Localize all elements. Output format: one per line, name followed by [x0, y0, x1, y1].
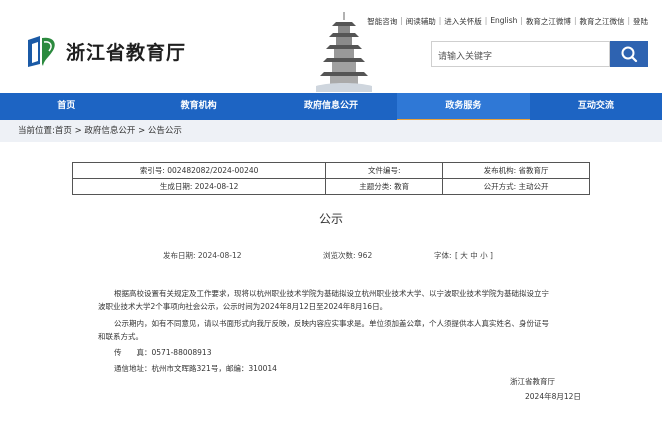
- link-weibo[interactable]: 教育之江微博: [526, 16, 571, 27]
- site-header: 浙江省教育厅 智能咨询 | 阅读辅助 | 进入关怀版 | English | 教育之江微…: [0, 0, 662, 93]
- para2-line2: 和联系方式。: [98, 332, 143, 341]
- link-wechat[interactable]: 教育之江微信: [579, 16, 624, 27]
- nav-services[interactable]: 政务服务: [397, 93, 531, 122]
- nav-home[interactable]: 首页: [0, 93, 132, 120]
- fax-line: 传 真：0571-88008913: [114, 348, 212, 357]
- nav-institutions[interactable]: 教育机构: [132, 93, 264, 120]
- link-reading-aid[interactable]: 阅读辅助: [406, 16, 436, 27]
- pagoda-image: [316, 12, 372, 92]
- view-count: 浏览次数: 962: [323, 251, 373, 260]
- article-title: 公示: [318, 212, 343, 226]
- signer: 浙江省教育厅: [510, 377, 555, 386]
- font-size-switch[interactable]: [ 大 中 小 ]: [455, 250, 493, 261]
- link-smart-consult[interactable]: 智能咨询: [367, 16, 397, 27]
- publish-date: 发布日期: 2024-08-12: [163, 251, 242, 260]
- main-nav: 首页 教育机构 政府信息公开 政务服务 互动交流: [0, 93, 662, 122]
- search-placeholder: 请输入关键字: [438, 52, 493, 62]
- meta-table: 索引号: 002482082/2024-00240 文件编号: 发布机构: 省教…: [71, 162, 590, 195]
- link-english[interactable]: English: [490, 16, 517, 27]
- link-care-mode[interactable]: 进入关怀版: [444, 16, 482, 27]
- search-button[interactable]: [610, 41, 648, 67]
- link-login[interactable]: 登陆: [633, 16, 648, 27]
- meta-index-no: 索引号: 002482082/2024-00240: [71, 162, 327, 179]
- meta-open-mode: 公开方式: 主动公开: [442, 178, 590, 195]
- address-line: 通信地址：杭州市文晖路321号，邮编：310014: [114, 364, 277, 373]
- top-links: 智能咨询 | 阅读辅助 | 进入关怀版 | English | 教育之江微博 | 教育之江…: [367, 16, 648, 27]
- nav-gov-info[interactable]: 政府信息公开: [265, 93, 397, 120]
- search-icon: [621, 46, 638, 63]
- breadcrumb[interactable]: 当前位置:首页 > 政府信息公开 > 公告公示: [0, 120, 662, 142]
- meta-doc-no: 文件编号:: [325, 162, 444, 179]
- search-input[interactable]: 请输入关键字: [431, 41, 610, 67]
- sign-date: 2024年8月12日: [525, 392, 581, 401]
- para2-line1: 公示期内，如有不同意见，请以书面形式向我厅反映，反映内容应实事求是。单位须加盖公…: [114, 319, 549, 328]
- meta-topic: 主题分类: 教育: [325, 178, 444, 195]
- site-name[interactable]: 浙江省教育厅: [66, 38, 186, 65]
- site-logo[interactable]: [24, 34, 60, 68]
- nav-interaction[interactable]: 互动交流: [530, 93, 662, 120]
- meta-publisher: 发布机构: 省教育厅: [442, 162, 590, 179]
- font-size-label: 字体:: [434, 251, 452, 260]
- meta-created: 生成日期: 2024-08-12: [71, 178, 327, 195]
- para1-line2: 波职业技术大学2个事项向社会公示，公示时间为2024年8月12日至2024年8月…: [98, 302, 388, 311]
